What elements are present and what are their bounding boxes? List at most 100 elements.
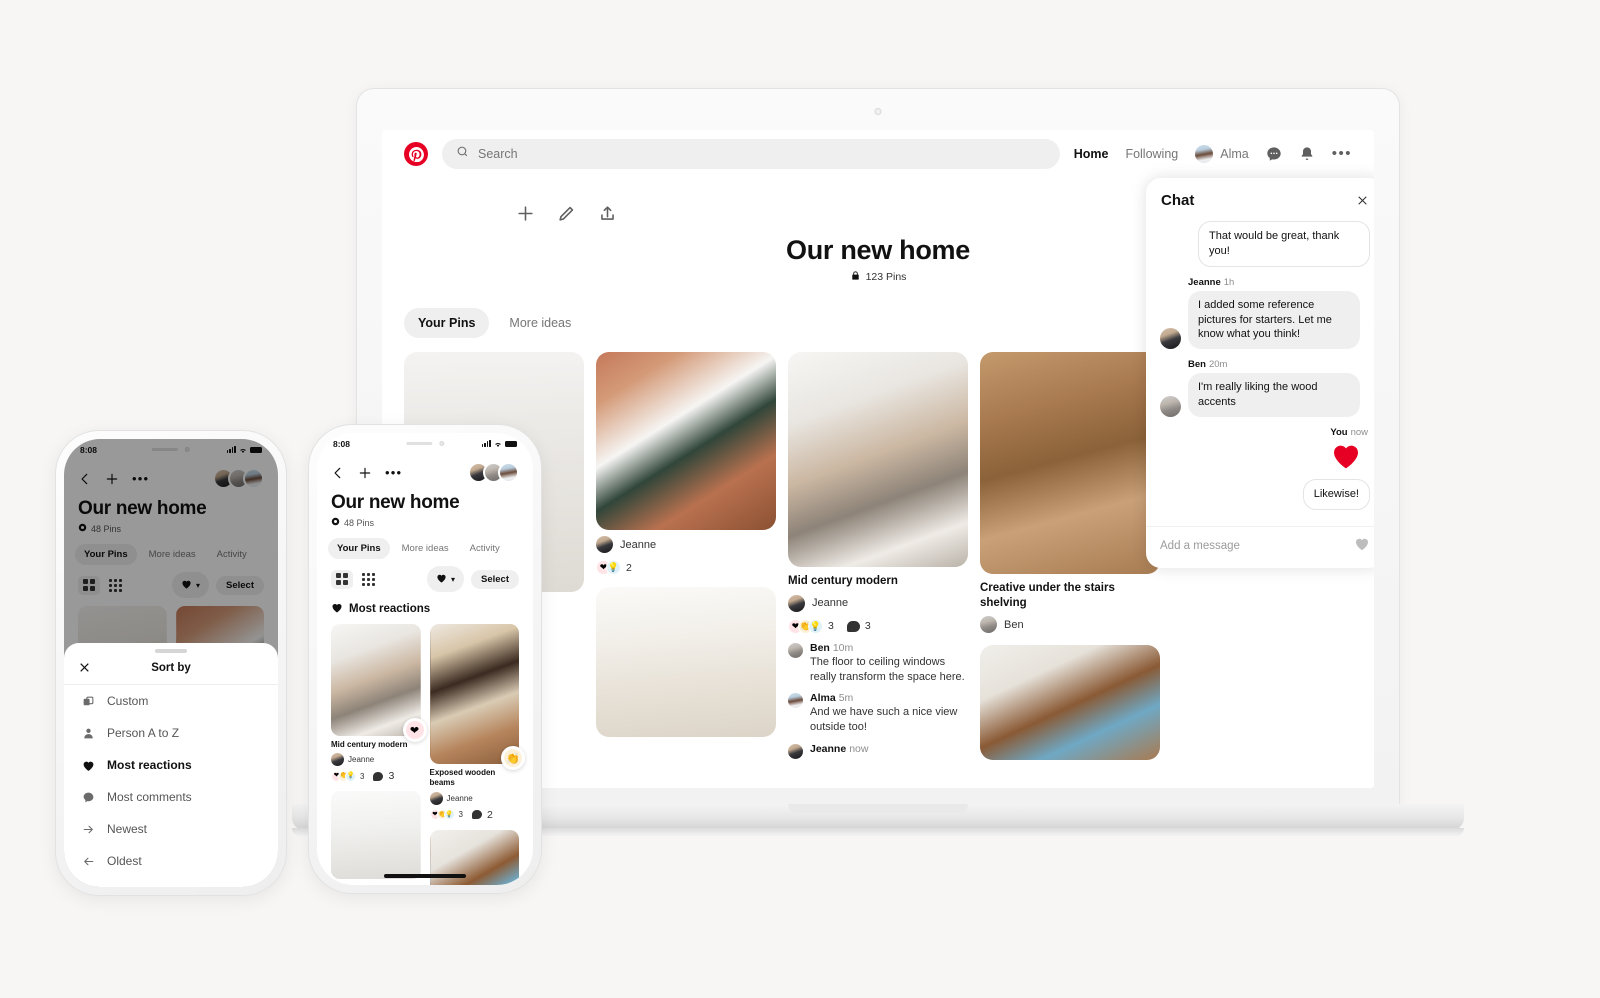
pin-image[interactable] [980,352,1160,574]
phone-left-device: 8:08 ••• Our new home 48 Pins Your Pins … [55,430,287,896]
cellular-signal-icon [481,439,491,448]
pin-title: Exposed wooden beams [429,768,496,788]
send-heart-icon[interactable] [1354,536,1370,556]
more-options-icon[interactable]: ••• [1332,146,1352,161]
chat-input[interactable]: Add a message [1160,540,1346,552]
comment-text: And we have such a nice view outside too… [810,706,958,734]
avatar [498,462,519,483]
pin-card[interactable] [331,791,421,880]
avatar [1160,328,1181,350]
pin-image[interactable]: ❤ [331,624,427,742]
tab-your-pins[interactable]: Your Pins [328,538,390,559]
sort-button[interactable]: ▾ [426,566,464,592]
chat-time: now [1350,426,1368,438]
pin-card[interactable]: Mid century modern Jeanne ❤ 👏 💡 3 3 Ben … [788,352,968,760]
select-button[interactable]: Select [471,569,519,589]
pin-author: Jeanne [429,791,520,805]
reaction-badge[interactable]: 👏 [501,746,525,770]
pin-image[interactable] [596,352,776,530]
avatar [429,791,443,805]
lock-icon [850,270,861,284]
chat-header: Chat [1146,178,1374,217]
pin-column: Mid century modern Jeanne ❤ 👏 💡 3 3 Ben … [788,352,968,760]
add-pin-icon[interactable] [516,204,535,223]
chat-message-meta: Jeanne 1h [1188,277,1370,288]
board-meta: 48 Pins [317,514,533,528]
share-board-icon[interactable] [598,204,617,223]
back-icon[interactable] [331,466,345,480]
sort-option-custom[interactable]: Custom [64,685,278,717]
nav-user-label: Alma [1220,147,1249,161]
person-icon [82,727,95,740]
sort-option-most-reactions[interactable]: Most reactions [64,749,278,781]
chat-panel: Chat That would be great, thank you! Jea… [1146,178,1374,568]
close-icon[interactable] [1356,194,1369,207]
pin-card[interactable] [980,645,1160,761]
chat-message-text: I'm really liking the wood accents [1188,373,1360,417]
pin-comment-count[interactable]: 3 [846,620,871,633]
chat-time: 20m [1208,359,1228,371]
sort-option-most-comments[interactable]: Most comments [64,781,278,813]
grid-view-dense-button[interactable] [357,570,379,589]
sheet-header: Sort by [64,653,278,685]
phone-left-screen: 8:08 ••• Our new home 48 Pins Your Pins … [64,439,278,887]
reaction-emojis[interactable]: ❤ 👏 💡 [788,618,823,634]
tab-your-pins[interactable]: Your Pins [404,308,490,338]
pin-image[interactable] [980,645,1160,761]
add-pin-icon[interactable] [358,466,372,480]
clap-emoji-icon: 👏 [504,749,522,767]
messages-icon[interactable] [1266,146,1282,162]
pin-card[interactable]: Jeanne ❤ 💡 2 [596,352,776,575]
avatar [788,693,803,709]
more-options-icon[interactable]: ••• [385,466,402,479]
chat-message-text: That would be great, thank you! [1198,221,1370,267]
pin-comment-count[interactable]: 3 [373,770,394,782]
reaction-emojis[interactable]: ❤ 👏 💡 [429,809,455,821]
arrow-left-icon [82,855,95,868]
chat-message-text: I added some reference pictures for star… [1188,290,1360,350]
sort-option-person-az[interactable]: Person A to Z [64,717,278,749]
comment-count: 3 [864,620,871,633]
pin-reactions: ❤ 👏 💡 3 3 [788,618,968,634]
nav-user[interactable]: Alma [1195,145,1249,163]
pin-comment-count[interactable]: 2 [471,809,493,821]
pin-card[interactable]: Creative under the stairs shelving Ben [980,352,1160,634]
sort-option-label: Most comments [107,790,192,804]
sort-option-label: Newest [107,822,148,836]
pin-image[interactable]: 👏 [429,624,525,770]
reaction-emojis[interactable]: ❤ 👏 💡 [331,770,356,782]
pin-image[interactable] [788,352,968,567]
front-camera-icon [438,441,444,446]
reaction-badge[interactable]: ❤ [402,718,427,742]
wifi-icon [494,435,502,453]
sort-option-oldest[interactable]: Oldest [64,845,278,877]
pin-card[interactable]: ❤ Mid century modern Jeanne ❤ 👏 💡 3 3 [331,624,427,782]
chat-messages: That would be great, thank you! Jeanne 1h… [1146,217,1374,526]
view-toggle-group [331,569,379,589]
tab-more-ideas[interactable]: More ideas [495,308,585,338]
avatar [331,753,344,767]
status-indicators [481,435,517,453]
nav-following[interactable]: Following [1125,147,1178,161]
tab-more-ideas[interactable]: More ideas [393,538,458,559]
pin-image[interactable] [331,791,421,880]
pin-image[interactable] [596,587,776,737]
sort-option-newest[interactable]: Newest [64,813,278,845]
reaction-count: 3 [458,810,463,820]
tab-activity[interactable]: Activity [461,538,509,559]
edit-board-icon[interactable] [557,204,576,223]
notifications-bell-icon[interactable] [1299,146,1315,162]
pin-author-name: Ben [1004,618,1024,631]
comment-time: now [849,743,869,756]
pinterest-logo-icon[interactable] [404,142,428,166]
chat-title: Chat [1161,192,1195,209]
reaction-emojis[interactable]: ❤ 💡 [596,560,621,575]
search-input[interactable]: Search [442,139,1060,169]
pin-card[interactable] [596,587,776,737]
pin-card[interactable]: 👏 Exposed wooden beams Jeanne ❤ 👏 💡 3 2 [429,624,525,821]
nav-home[interactable]: Home [1074,147,1109,161]
collaborator-avatars[interactable] [468,462,519,483]
grid-view-large-button[interactable] [331,569,353,589]
avatar [788,744,803,760]
chat-composer: Add a message [1146,526,1374,568]
